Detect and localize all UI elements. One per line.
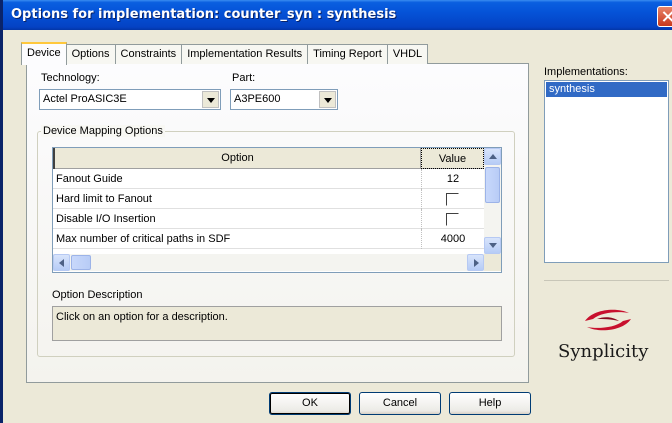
ok-button[interactable]: OK (269, 392, 351, 415)
table-row[interactable]: Hard limit to Fanout (53, 189, 484, 209)
option-description-text: Click on an option for a description. (56, 311, 228, 323)
implementations-list[interactable]: synthesis (544, 80, 669, 263)
part-value: A3PE600 (234, 93, 281, 105)
window-title: Options for implementation: counter_syn … (11, 7, 397, 22)
column-header-value[interactable]: Value (421, 148, 484, 169)
options-grid[interactable]: Option Value Fanout Guide 12 Hard limit … (52, 147, 502, 273)
help-button[interactable]: Help (449, 392, 531, 415)
table-row[interactable]: Disable I/O Insertion (53, 209, 484, 229)
table-row[interactable]: Fanout Guide 12 (53, 169, 484, 189)
option-name: Disable I/O Insertion (56, 213, 156, 225)
option-value[interactable]: 12 (422, 173, 484, 185)
options-dialog: Options for implementation: counter_syn … (0, 0, 672, 423)
part-select[interactable]: A3PE600 (230, 89, 338, 110)
scroll-right-icon[interactable] (467, 254, 484, 271)
synplicity-logo: Synplicity (544, 280, 669, 390)
logo-wordmark: Synplicity (558, 341, 649, 362)
disable-io-checkbox[interactable] (446, 213, 459, 226)
technology-label: Technology: (41, 72, 100, 84)
tab-device[interactable]: Device (21, 42, 67, 65)
option-name: Max number of critical paths in SDF (56, 233, 231, 245)
tab-constraints[interactable]: Constraints (114, 44, 183, 64)
implementations-label: Implementations: (544, 66, 628, 78)
option-description-label: Option Description (52, 289, 143, 301)
device-mapping-title: Device Mapping Options (41, 125, 165, 137)
scroll-left-icon[interactable] (53, 254, 70, 271)
chevron-down-icon[interactable] (202, 91, 219, 108)
option-value[interactable]: 4000 (422, 233, 484, 245)
table-row[interactable]: Max number of critical paths in SDF 4000 (53, 229, 484, 249)
logo-swoosh-icon (585, 309, 631, 331)
grid-header: Option Value (53, 148, 484, 169)
option-name: Hard limit to Fanout (56, 193, 152, 205)
chevron-down-icon[interactable] (319, 91, 336, 108)
hard-limit-checkbox[interactable] (446, 193, 459, 206)
horizontal-scrollbar[interactable] (53, 254, 484, 271)
part-label: Part: (232, 72, 256, 84)
scroll-thumb-vertical[interactable] (485, 167, 500, 203)
scroll-down-icon[interactable] (484, 237, 501, 254)
column-header-option[interactable]: Option (53, 148, 421, 169)
vertical-scrollbar[interactable] (484, 148, 501, 254)
scroll-thumb-horizontal[interactable] (71, 255, 91, 270)
option-description-box: Click on an option for a description. (52, 306, 502, 341)
tab-strip: Device Options Constraints Implementatio… (21, 42, 429, 65)
cancel-button[interactable]: Cancel (359, 392, 441, 415)
close-icon[interactable] (657, 6, 672, 27)
technology-select[interactable]: Actel ProASIC3E (39, 89, 221, 110)
technology-value: Actel ProASIC3E (43, 93, 127, 105)
list-item[interactable]: synthesis (546, 82, 667, 97)
title-bar[interactable]: Options for implementation: counter_syn … (3, 0, 672, 30)
tab-vhdl[interactable]: VHDL (386, 44, 429, 64)
tab-options[interactable]: Options (65, 44, 116, 64)
tab-implementation-results[interactable]: Implementation Results (181, 44, 309, 64)
option-name: Fanout Guide (56, 173, 123, 185)
tab-timing-report[interactable]: Timing Report (307, 44, 388, 64)
scroll-up-icon[interactable] (484, 148, 501, 165)
